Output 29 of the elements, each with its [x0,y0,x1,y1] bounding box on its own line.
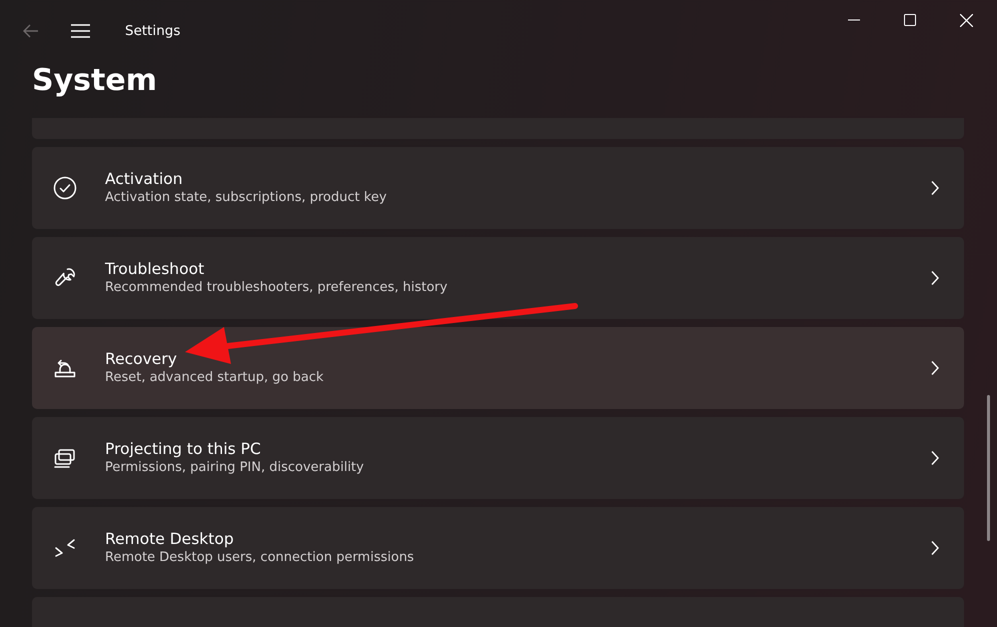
chevron-right-icon [930,450,940,466]
page-title: System [32,63,157,98]
back-button[interactable] [22,22,40,40]
scrollbar[interactable] [987,395,990,541]
item-title: Projecting to this PC [105,440,261,458]
settings-card[interactable]: Remote Desktop Remote Desktop users, connection permissions [32,507,964,589]
menu-button[interactable] [71,24,90,38]
item-title: Troubleshoot [105,260,204,278]
chevron-right-icon [930,180,940,196]
settings-card[interactable]: Projecting to this PC Permissions, pairing PIN, discoverability [32,417,964,499]
check-circle-icon [53,176,77,200]
item-title: Recovery [105,350,177,368]
item-title: Remote Desktop [105,530,234,548]
minimize-icon [848,19,860,21]
window-title: Settings [125,22,180,41]
item-description: Permissions, pairing PIN, discoverability [105,460,364,475]
settings-card[interactable]: Activation Activation state, subscriptions, product key [32,147,964,229]
chevron-right-icon [930,540,940,556]
item-description: Remote Desktop users, connection permissions [105,550,414,565]
close-icon [960,14,972,26]
settings-card[interactable]: Recovery Reset, advanced startup, go back [32,327,964,409]
item-description: Reset, advanced startup, go back [105,370,324,385]
item-description: Activation state, subscriptions, product key [105,190,387,205]
settings-card[interactable]: Troubleshoot Recommended troubleshooters, preferences, history [32,237,964,319]
maximize-icon [904,14,916,26]
chevron-right-icon [930,360,940,376]
chevron-right-icon [930,270,940,286]
item-description: Recommended troubleshooters, preferences, history [105,280,448,295]
item-title: Activation [105,170,183,188]
